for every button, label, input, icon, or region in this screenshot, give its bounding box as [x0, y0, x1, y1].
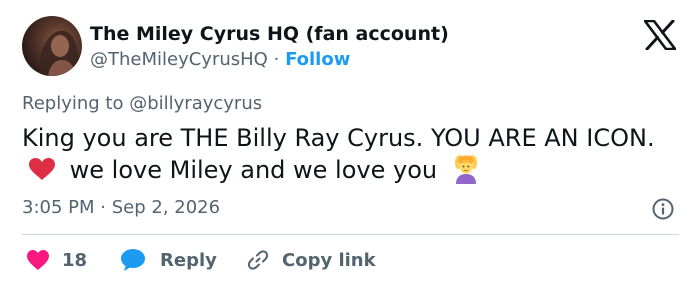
copy-link-label: Copy link	[282, 249, 376, 271]
reply-button[interactable]: Reply	[120, 246, 217, 274]
tweet-text: King you are THE Billy Ray Cyrus. YOU AR…	[22, 123, 672, 186]
red-heart-emoji-icon	[29, 158, 55, 180]
avatar[interactable]	[22, 16, 82, 76]
reply-context: Replying to @billyraycyrus	[22, 92, 262, 116]
author-handle-row: @TheMileyCyrusHQ · Follow	[90, 48, 350, 72]
copy-link-button[interactable]: Copy link	[246, 246, 376, 274]
reply-mention-link[interactable]: @billyraycyrus	[129, 93, 262, 114]
info-icon[interactable]	[651, 197, 675, 221]
tweet-date: Sep 2, 2026	[111, 197, 221, 218]
speech-bubble-icon	[121, 249, 145, 271]
timestamp-separator: ·	[100, 197, 106, 218]
author-name[interactable]: The Miley Cyrus HQ (fan account)	[90, 22, 449, 46]
heart-icon	[27, 250, 49, 270]
avatar-photo	[39, 30, 82, 76]
follow-button[interactable]: Follow	[285, 49, 350, 70]
tweet-text-part1: King you are THE Billy Ray Cyrus. YOU AR…	[22, 124, 655, 152]
tweet-time: 3:05 PM	[22, 197, 95, 218]
reply-label: Reply	[160, 249, 217, 271]
like-button[interactable]: 18	[26, 246, 87, 274]
like-count: 18	[62, 249, 88, 271]
replying-to-label: Replying to	[22, 93, 124, 114]
link-icon	[247, 250, 269, 270]
tweet-text-part2: we love Miley and we love you	[69, 156, 438, 184]
person-gesturing-ok-emoji-icon	[454, 155, 477, 184]
tweet-timestamp[interactable]: 3:05 PM · Sep 2, 2026	[22, 196, 220, 220]
handle-separator: ·	[273, 49, 280, 70]
divider	[22, 234, 679, 235]
author-handle[interactable]: @TheMileyCyrusHQ	[90, 49, 268, 70]
x-logo-icon[interactable]	[644, 20, 676, 50]
